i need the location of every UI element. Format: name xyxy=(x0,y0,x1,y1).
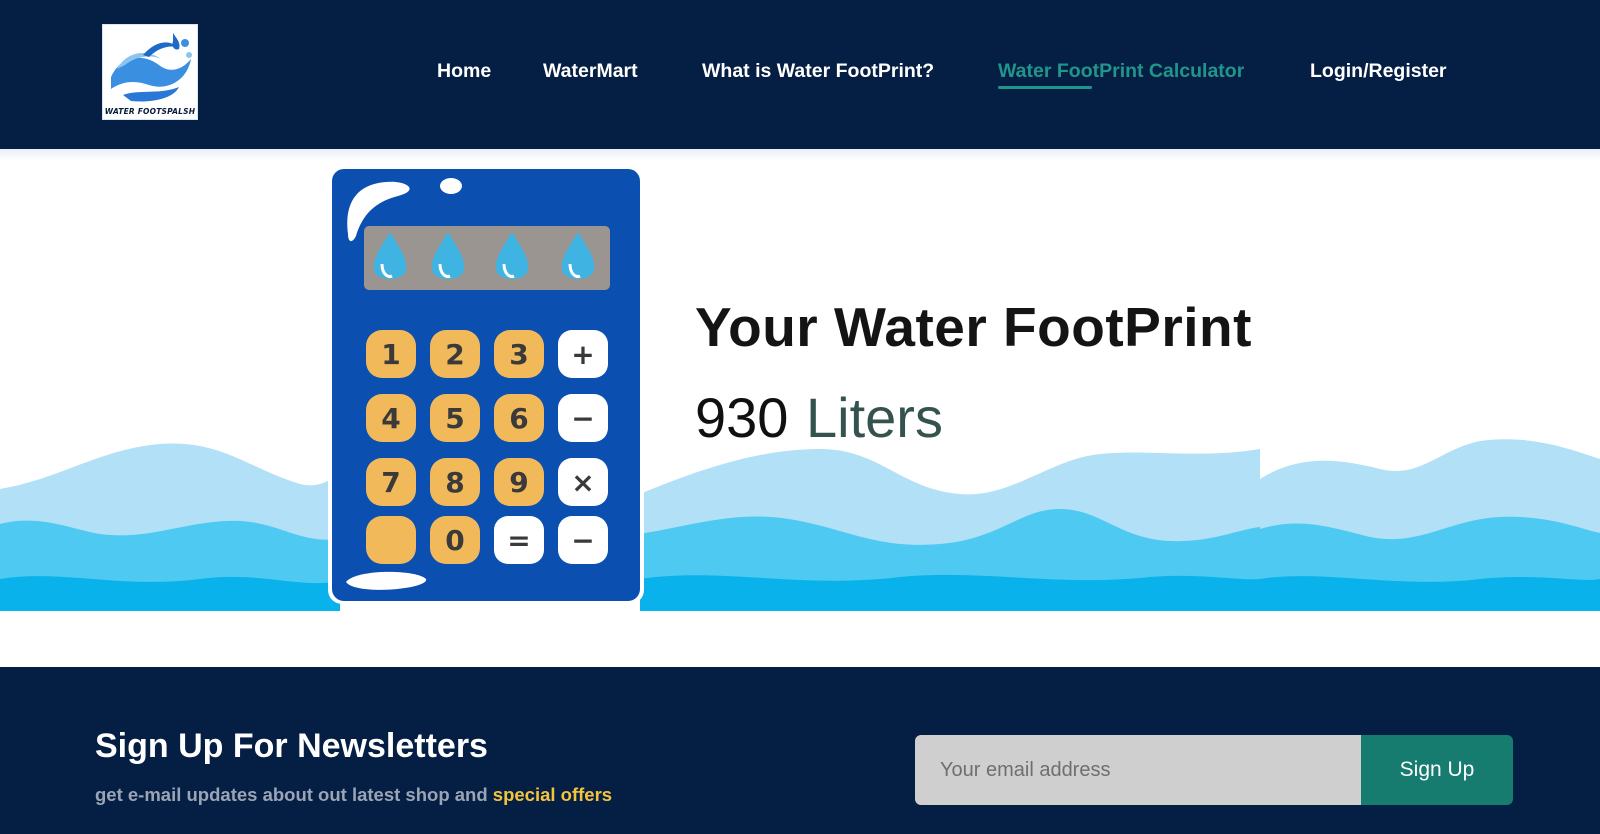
main-nav: Home WaterMart What is Water FootPrint? … xyxy=(0,0,1600,149)
calc-key-6: 6 xyxy=(509,402,528,435)
calc-key-minus: − xyxy=(571,402,594,435)
newsletter-email-input[interactable] xyxy=(915,735,1361,805)
nav-water-footprint-calculator[interactable]: Water FootPrint Calculator xyxy=(998,60,1244,83)
nav-what-is-water-footprint[interactable]: What is Water FootPrint? xyxy=(702,60,934,83)
newsletter-subtitle-highlight: special offers xyxy=(492,784,613,805)
footprint-title: Your Water FootPrint xyxy=(695,296,1252,358)
calc-key-equals: = xyxy=(507,524,530,557)
newsletter-subtitle: get e-mail updates about out latest shop… xyxy=(95,784,612,806)
newsletter-subtitle-text: get e-mail updates about out latest shop… xyxy=(95,784,493,805)
footprint-value: 930 xyxy=(695,386,789,449)
nav-watermart[interactable]: WaterMart xyxy=(543,60,638,83)
calc-key-7: 7 xyxy=(381,466,400,499)
calc-key-multiply: × xyxy=(571,466,594,499)
calc-key-3: 3 xyxy=(509,338,528,371)
header-shadow xyxy=(0,149,1600,161)
calc-key-0: 0 xyxy=(445,524,464,557)
nav-home[interactable]: Home xyxy=(437,60,491,83)
calc-key-1: 1 xyxy=(381,338,400,371)
calc-key-minus-2: − xyxy=(571,524,594,557)
calc-key-plus: + xyxy=(571,338,594,371)
calc-key-8: 8 xyxy=(445,466,464,499)
calc-key-4: 4 xyxy=(381,402,400,435)
newsletter-signup-button[interactable]: Sign Up xyxy=(1361,735,1513,805)
nav-login-register[interactable]: Login/Register xyxy=(1310,60,1447,83)
site-header: WATER FOOTSPALSH Home WaterMart What is … xyxy=(0,0,1600,149)
hero-section: 1 2 3 + 4 5 6 − 7 8 9 × 0 = − Your Water… xyxy=(0,149,1600,611)
newsletter-title: Sign Up For Newsletters xyxy=(95,727,488,765)
footprint-unit: Liters xyxy=(806,386,943,449)
calc-key-9: 9 xyxy=(509,466,528,499)
newsletter-section: Sign Up For Newsletters get e-mail updat… xyxy=(0,667,1600,834)
calc-key-5: 5 xyxy=(445,402,464,435)
water-waves-background xyxy=(0,439,1600,611)
active-nav-indicator xyxy=(998,86,1092,89)
calc-key-2: 2 xyxy=(445,338,464,371)
calculator-illustration: 1 2 3 + 4 5 6 − 7 8 9 × 0 = − xyxy=(328,166,644,604)
